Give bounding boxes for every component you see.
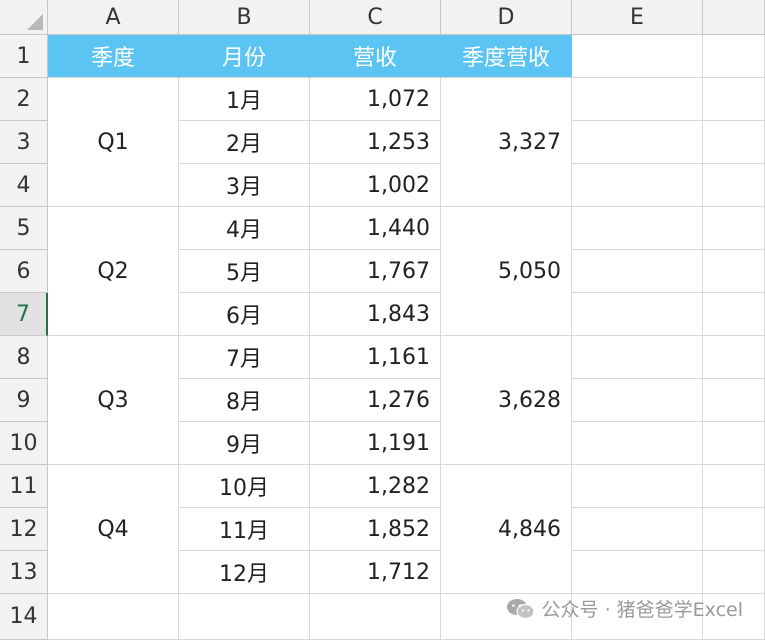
column-header-a[interactable]: A: [48, 0, 179, 35]
revenue-cell[interactable]: 1,767: [310, 250, 441, 293]
column-header-b[interactable]: B: [179, 0, 310, 35]
row-header-2[interactable]: 2: [0, 78, 48, 121]
empty-cell[interactable]: [703, 508, 765, 551]
empty-cell[interactable]: [703, 78, 765, 121]
month-cell[interactable]: 5月: [179, 250, 310, 293]
empty-cell[interactable]: [572, 207, 703, 250]
revenue-cell[interactable]: 1,253: [310, 121, 441, 164]
quarter-cell-q1[interactable]: Q1: [48, 78, 179, 207]
empty-cell[interactable]: [572, 465, 703, 508]
month-cell[interactable]: 4月: [179, 207, 310, 250]
empty-cell[interactable]: [310, 594, 441, 640]
quarter-cell-q2[interactable]: Q2: [48, 207, 179, 336]
revenue-cell[interactable]: 1,852: [310, 508, 441, 551]
empty-cell[interactable]: [703, 250, 765, 293]
empty-cell[interactable]: [572, 551, 703, 594]
revenue-cell[interactable]: 1,843: [310, 293, 441, 336]
row-header-13[interactable]: 13: [0, 551, 48, 594]
quarter-total-cell-q4[interactable]: 4,846: [441, 465, 572, 594]
empty-cell[interactable]: [48, 594, 179, 640]
quarter-cell-q3[interactable]: Q3: [48, 336, 179, 465]
select-all-triangle-icon: [27, 14, 43, 30]
header-cell-quarter-revenue[interactable]: 季度营收: [441, 35, 572, 78]
row-header-14[interactable]: 14: [0, 594, 48, 640]
empty-cell[interactable]: [572, 78, 703, 121]
select-all-corner[interactable]: [0, 0, 48, 35]
column-header-c[interactable]: C: [310, 0, 441, 35]
month-cell[interactable]: 10月: [179, 465, 310, 508]
cell-e1[interactable]: [572, 35, 703, 78]
month-cell[interactable]: 8月: [179, 379, 310, 422]
column-header-e[interactable]: E: [572, 0, 703, 35]
revenue-cell[interactable]: 1,161: [310, 336, 441, 379]
quarter-total-cell-q1[interactable]: 3,327: [441, 78, 572, 207]
empty-cell[interactable]: [572, 121, 703, 164]
spreadsheet-grid[interactable]: A B C D E 1 2 3 4 5 6 7 8 9 10 11 12 13 …: [0, 0, 765, 640]
empty-cell[interactable]: [179, 594, 310, 640]
revenue-cell[interactable]: 1,002: [310, 164, 441, 207]
revenue-cell[interactable]: 1,191: [310, 422, 441, 465]
row-header-11[interactable]: 11: [0, 465, 48, 508]
wechat-icon: [506, 597, 536, 621]
empty-cell[interactable]: [703, 379, 765, 422]
quarter-total-cell-q2[interactable]: 5,050: [441, 207, 572, 336]
month-cell[interactable]: 12月: [179, 551, 310, 594]
header-cell-revenue[interactable]: 营收: [310, 35, 441, 78]
row-header-6[interactable]: 6: [0, 250, 48, 293]
empty-cell[interactable]: [703, 207, 765, 250]
empty-cell[interactable]: [572, 379, 703, 422]
revenue-cell[interactable]: 1,072: [310, 78, 441, 121]
row-header-12[interactable]: 12: [0, 508, 48, 551]
row-header-3[interactable]: 3: [0, 121, 48, 164]
row-header-1[interactable]: 1: [0, 35, 48, 78]
month-cell[interactable]: 2月: [179, 121, 310, 164]
empty-cell[interactable]: [703, 336, 765, 379]
empty-cell[interactable]: [703, 121, 765, 164]
column-header-d[interactable]: D: [441, 0, 572, 35]
month-cell[interactable]: 3月: [179, 164, 310, 207]
row-header-5[interactable]: 5: [0, 207, 48, 250]
column-header-f[interactable]: [703, 0, 765, 35]
empty-cell[interactable]: [703, 465, 765, 508]
empty-cell[interactable]: [572, 250, 703, 293]
month-cell[interactable]: 6月: [179, 293, 310, 336]
revenue-cell[interactable]: 1,282: [310, 465, 441, 508]
row-header-10[interactable]: 10: [0, 422, 48, 465]
month-cell[interactable]: 11月: [179, 508, 310, 551]
quarter-cell-q4[interactable]: Q4: [48, 465, 179, 594]
empty-cell[interactable]: [703, 293, 765, 336]
row-header-7-active[interactable]: 7: [0, 293, 48, 336]
empty-cell[interactable]: [703, 422, 765, 465]
empty-cell[interactable]: [572, 164, 703, 207]
revenue-cell[interactable]: 1,712: [310, 551, 441, 594]
header-cell-month[interactable]: 月份: [179, 35, 310, 78]
month-cell[interactable]: 1月: [179, 78, 310, 121]
month-cell[interactable]: 7月: [179, 336, 310, 379]
quarter-total-cell-q3[interactable]: 3,628: [441, 336, 572, 465]
empty-cell[interactable]: [572, 422, 703, 465]
empty-cell[interactable]: [572, 508, 703, 551]
empty-cell[interactable]: [572, 336, 703, 379]
revenue-cell[interactable]: 1,276: [310, 379, 441, 422]
empty-cell[interactable]: [703, 164, 765, 207]
month-cell[interactable]: 9月: [179, 422, 310, 465]
watermark: 公众号 · 猪爸爸学Excel: [506, 595, 743, 622]
empty-cell[interactable]: [703, 551, 765, 594]
row-header-8[interactable]: 8: [0, 336, 48, 379]
row-header-4[interactable]: 4: [0, 164, 48, 207]
revenue-cell[interactable]: 1,440: [310, 207, 441, 250]
row-header-9[interactable]: 9: [0, 379, 48, 422]
watermark-text: 公众号 · 猪爸爸学Excel: [541, 599, 743, 621]
empty-cell[interactable]: [572, 293, 703, 336]
cell-f1[interactable]: [703, 35, 765, 78]
header-cell-quarter[interactable]: 季度: [48, 35, 179, 78]
